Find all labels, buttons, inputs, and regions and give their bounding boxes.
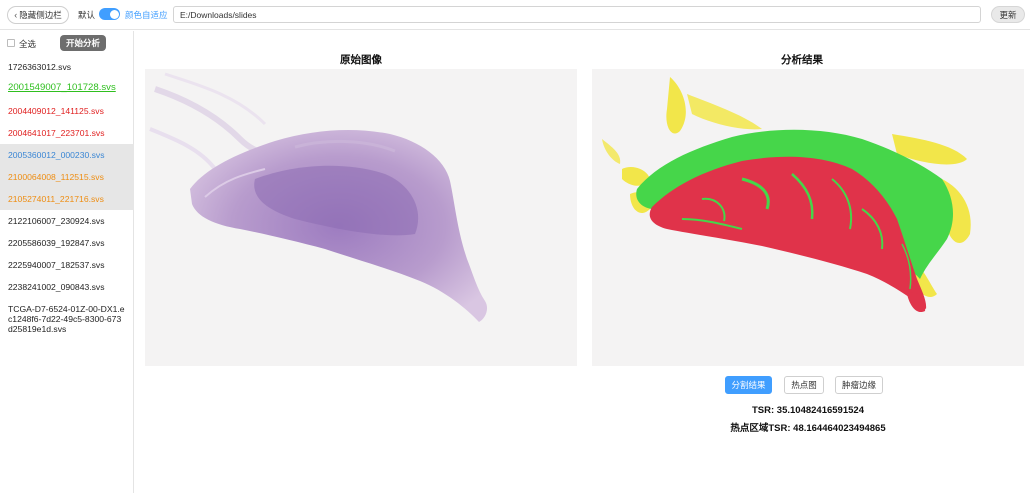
file-sidebar: 全选 开始分析 1726363012.svs 2001549007_101728.… bbox=[0, 31, 134, 493]
hide-sidebar-label: 隐藏侧边栏 bbox=[19, 10, 62, 20]
hotspot-map-button[interactable]: 热点图 bbox=[784, 376, 824, 394]
file-list-item[interactable]: TCGA-D7-6524-01Z-00-DX1.ec1248f6-7d22-49… bbox=[0, 298, 134, 338]
sidebar-header: 全选 开始分析 bbox=[0, 31, 134, 56]
select-all-checkbox[interactable] bbox=[7, 39, 15, 47]
folder-path-input[interactable] bbox=[173, 6, 981, 23]
file-list-item[interactable]: 2005360012_000230.svs bbox=[0, 144, 134, 166]
file-list-item[interactable]: 2205586039_192847.svs bbox=[0, 232, 134, 254]
file-list-item[interactable]: 2004409012_141125.svs bbox=[0, 100, 134, 122]
segmentation-result-button[interactable]: 分割结果 bbox=[725, 376, 772, 394]
select-all-label: 全选 bbox=[19, 39, 37, 49]
analysis-result-title: 分析结果 bbox=[781, 54, 823, 66]
tumor-edge-button[interactable]: 肿瘤边缘 bbox=[835, 376, 883, 394]
hotspot-tsr-value: 热点区域TSR: 48.164464023494865 bbox=[730, 423, 886, 434]
update-button[interactable]: 更新 bbox=[991, 6, 1025, 23]
file-list-item[interactable]: 2225940007_182537.svs bbox=[0, 254, 134, 276]
file-list-item[interactable]: 2004641017_223701.svs bbox=[0, 122, 134, 144]
start-analysis-button[interactable]: 开始分析 bbox=[60, 35, 106, 51]
file-list: 1726363012.svs 2001549007_101728.svs 20044… bbox=[0, 56, 134, 338]
top-toolbar: ‹ 隐藏侧边栏 默认 颜色自适应 更新 bbox=[0, 0, 1030, 30]
segmentation-overlay-image bbox=[592, 69, 1024, 366]
color-adapt-label: 颜色自适应 bbox=[125, 10, 168, 20]
main-content: 原始图像 分析结果 分割结果 热点图 肿瘤边缘 TSR: 35.10482416… bbox=[135, 31, 1030, 493]
original-slide-image bbox=[145, 69, 577, 366]
file-list-item[interactable]: 2105274011_221716.svs bbox=[0, 188, 134, 210]
tsr-value: TSR: 35.10482416591524 bbox=[752, 405, 864, 416]
analysis-result-viewer[interactable] bbox=[592, 69, 1024, 366]
original-image-viewer[interactable] bbox=[145, 69, 577, 366]
toggle-knob bbox=[109, 9, 119, 19]
file-list-item[interactable]: 2238241002_090843.svs bbox=[0, 276, 134, 298]
chevron-left-icon: ‹ bbox=[14, 10, 18, 20]
color-adapt-toggle[interactable] bbox=[99, 8, 120, 20]
file-list-item[interactable]: 2122106007_230924.svs bbox=[0, 210, 134, 232]
default-mode-label: 默认 bbox=[78, 10, 96, 20]
file-list-item[interactable]: 1726363012.svs bbox=[0, 56, 134, 78]
original-image-title: 原始图像 bbox=[340, 54, 382, 66]
hide-sidebar-button[interactable]: ‹ 隐藏侧边栏 bbox=[7, 6, 69, 24]
file-list-item[interactable]: 2100064008_112515.svs bbox=[0, 166, 134, 188]
file-list-item[interactable]: 2001549007_101728.svs bbox=[0, 78, 134, 100]
